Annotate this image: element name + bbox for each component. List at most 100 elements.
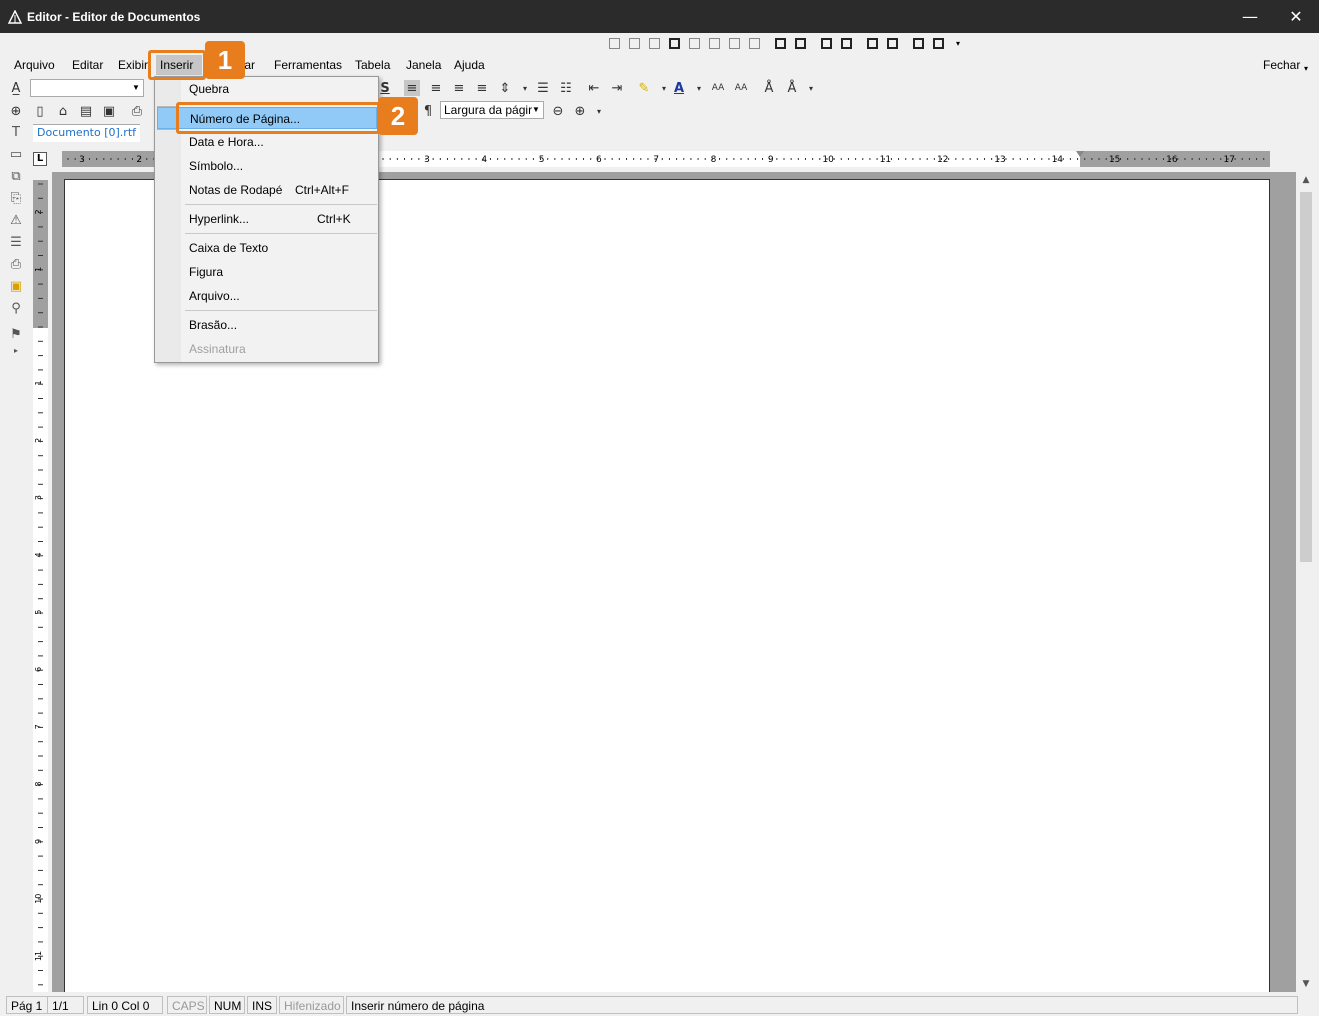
object-tree-icon[interactable] (836, 35, 856, 51)
status-position: Lin 0 Col 0 (87, 996, 163, 1014)
format-painter-icon[interactable]: ⚑ (8, 327, 24, 343)
menu-item-notas-rodape[interactable]: Notas de Rodapé Ctrl+Alt+F (157, 179, 377, 201)
border-bottom-icon[interactable] (744, 35, 764, 51)
menu-editar[interactable]: Editar (68, 55, 107, 75)
font-color-dropdown-icon[interactable]: ▾ (691, 80, 707, 96)
menu-janela[interactable]: Janela (402, 55, 445, 75)
zoom-value: Largura da págir (444, 103, 533, 117)
menu-exibir[interactable]: Exibir (114, 55, 152, 75)
border-left-icon[interactable] (684, 35, 704, 51)
zoom-more-icon[interactable]: ▾ (591, 103, 607, 119)
toolbar-more-icon[interactable]: ▾ (803, 80, 819, 96)
align-center-icon[interactable]: ≡ (428, 80, 444, 96)
ruler-label: 1 (34, 380, 43, 385)
style-format-icon[interactable]: A̲ (8, 80, 24, 96)
new-document-icon[interactable]: ⊕ (8, 103, 24, 119)
paste-icon[interactable]: ⎘ (8, 191, 24, 207)
scroll-up-icon[interactable]: ▲ (1297, 172, 1315, 188)
border-outer-icon[interactable] (664, 35, 684, 51)
ruler-label: 16 (1166, 155, 1178, 165)
zoom-combo[interactable]: Largura da págir ▼ (440, 101, 544, 119)
change-case-icon[interactable]: Å (761, 80, 777, 96)
merge-cells-icon[interactable] (882, 35, 902, 51)
text-tool-icon[interactable]: T (8, 125, 24, 141)
print-icon[interactable]: ⎙ (129, 103, 145, 119)
shrink-font-icon[interactable]: AA (733, 80, 749, 96)
menu-item-quebra[interactable]: Quebra (157, 78, 377, 100)
decrease-indent-icon[interactable]: ⇤ (586, 80, 602, 96)
ruler-label: 6 (596, 155, 602, 165)
menu-item-figura[interactable]: Figura (157, 261, 377, 283)
scroll-thumb[interactable] (1300, 192, 1312, 562)
bullet-list-icon[interactable]: ☰ (535, 80, 551, 96)
numbered-list-icon[interactable]: ☷ (558, 80, 574, 96)
search-icon[interactable]: ⚲ (8, 301, 24, 317)
vertical-ruler[interactable]: 211234567891011 (33, 180, 48, 992)
ruler-label: 7 (34, 724, 43, 729)
align-left-icon[interactable]: ≡ (404, 80, 420, 96)
border-top-icon[interactable] (724, 35, 744, 51)
increase-indent-icon[interactable]: ⇥ (609, 80, 625, 96)
menu-item-data-hora[interactable]: Data e Hora... (157, 131, 377, 153)
field-icon[interactable]: ▭ (8, 147, 24, 163)
minimize-button[interactable]: — (1227, 0, 1273, 33)
list-icon[interactable]: ☰ (8, 235, 24, 251)
show-formatting-icon[interactable]: ¶ (420, 103, 436, 119)
ruler-label: 5 (539, 155, 545, 165)
toolbar-overflow-icon[interactable]: ▾ (948, 35, 968, 51)
clear-format-icon[interactable]: Å (784, 80, 800, 96)
scroll-down-icon[interactable]: ▼ (1297, 976, 1315, 992)
font-color-icon[interactable]: A (671, 80, 687, 96)
border-inner-icon[interactable] (644, 35, 664, 51)
align-right-icon[interactable]: ≡ (451, 80, 467, 96)
object-wrap-icon[interactable] (816, 35, 836, 51)
table-insert-row-icon[interactable] (770, 35, 790, 51)
menu-tabela[interactable]: Tabela (351, 55, 394, 75)
menu-item-caixa-texto[interactable]: Caixa de Texto (157, 237, 377, 259)
table-grid-icon[interactable] (908, 35, 928, 51)
menu-item-brasao[interactable]: Brasão... (157, 314, 377, 336)
menu-item-arquivo[interactable]: Arquivo... (157, 285, 377, 307)
warning-icon[interactable]: ⚠ (8, 213, 24, 229)
border-right-icon[interactable] (704, 35, 724, 51)
document-tab[interactable]: Documento [0].rtf (33, 124, 140, 142)
print-preview-icon[interactable]: ⎙ (8, 257, 24, 273)
tab-stop-selector[interactable]: L (33, 152, 47, 166)
font-combo[interactable]: ▼ (30, 79, 144, 97)
menu-ajuda[interactable]: Ajuda (450, 55, 489, 75)
highlight-color-icon[interactable]: ✎ (636, 80, 652, 96)
fechar-menu[interactable]: Fechar (1259, 55, 1304, 75)
menu-ferramentas[interactable]: Ferramentas (270, 55, 346, 75)
open-folder-icon[interactable]: ⌂ (55, 103, 71, 119)
more-tools-icon[interactable]: ▸ (8, 343, 24, 359)
status-num: NUM (209, 996, 245, 1014)
menu-arquivo[interactable]: Arquivo (10, 55, 59, 75)
close-window-button[interactable]: ✕ (1273, 0, 1319, 33)
grow-font-icon[interactable]: AA (710, 80, 726, 96)
border-grid-icon[interactable] (604, 35, 624, 51)
table-insert-col-icon[interactable] (790, 35, 810, 51)
bold-button[interactable]: S (377, 80, 393, 96)
new-file-icon[interactable]: ▯ (32, 103, 48, 119)
menu-item-hyperlink[interactable]: Hyperlink... Ctrl+K (157, 208, 377, 230)
menu-item-label: Quebra (189, 82, 230, 96)
minimize-icon: — (1242, 7, 1258, 26)
highlight-dropdown-icon[interactable]: ▾ (656, 80, 672, 96)
menu-item-simbolo[interactable]: Símbolo... (157, 155, 377, 177)
menu-separator (185, 310, 377, 311)
align-justify-icon[interactable]: ≡ (474, 80, 490, 96)
ruler-label: 10 (822, 155, 834, 165)
save-icon[interactable]: ▣ (101, 103, 117, 119)
zoom-out-icon[interactable]: ⊖ (550, 103, 566, 119)
line-spacing-dropdown-icon[interactable]: ▾ (517, 80, 533, 96)
line-spacing-icon[interactable]: ⇕ (497, 80, 513, 96)
zoom-in-icon[interactable]: ⊕ (572, 103, 588, 119)
properties-icon[interactable]: ▤ (78, 103, 94, 119)
copy-format-icon[interactable]: ⧉ (8, 169, 24, 185)
split-cells-icon[interactable] (862, 35, 882, 51)
vertical-scrollbar[interactable]: ▲ ▼ (1297, 172, 1315, 992)
sign-document-icon[interactable]: ▣ (8, 279, 24, 295)
fechar-dropdown-icon[interactable]: ▾ (1300, 59, 1312, 79)
border-all-icon[interactable] (624, 35, 644, 51)
table-select-icon[interactable] (928, 35, 948, 51)
